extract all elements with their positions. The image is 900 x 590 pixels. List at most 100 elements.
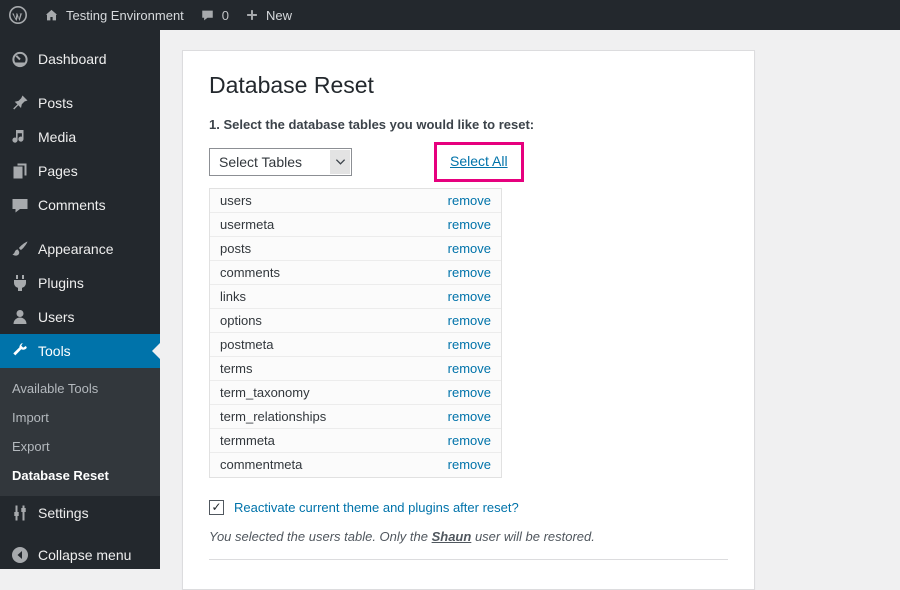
remove-link[interactable]: remove: [448, 289, 491, 304]
table-row: term_relationships remove: [210, 405, 501, 429]
table-name: commentmeta: [220, 457, 303, 473]
table-name: users: [220, 192, 252, 208]
remove-link[interactable]: remove: [448, 361, 491, 376]
sidebar-menu: Dashboard Posts Media Pages Comments App…: [0, 30, 160, 569]
sidebar-item-settings[interactable]: Settings: [0, 496, 160, 530]
table-row: postmeta remove: [210, 333, 501, 357]
sidebar-item-label: Collapse menu: [38, 547, 132, 563]
plus-icon: [247, 10, 257, 20]
sidebar-item-pages[interactable]: Pages: [0, 154, 160, 188]
chevron-down-icon: [330, 149, 350, 174]
note-suffix: user will be restored.: [471, 528, 595, 544]
new-label: New: [266, 7, 293, 23]
remove-link[interactable]: remove: [448, 457, 491, 472]
submenu-item-export[interactable]: Export: [0, 432, 160, 461]
table-row: posts remove: [210, 237, 501, 261]
table-name: term_taxonomy: [220, 384, 310, 400]
table-name: postmeta: [220, 336, 274, 352]
table-name: terms: [220, 360, 253, 376]
remove-link[interactable]: remove: [448, 217, 491, 232]
wordpress-menu-button[interactable]: [0, 0, 36, 30]
reactivate-checkbox[interactable]: ✓: [209, 499, 224, 515]
new-content-button[interactable]: New: [237, 0, 300, 30]
wordpress-logo-icon: [9, 6, 27, 24]
active-menu-arrow: [152, 343, 160, 359]
table-name: term_relationships: [220, 408, 327, 424]
pages-icon: [13, 163, 27, 179]
remove-link[interactable]: remove: [448, 433, 491, 448]
remove-link[interactable]: remove: [448, 409, 491, 424]
sidebar-item-comments[interactable]: Comments: [0, 188, 160, 222]
submenu-item-import[interactable]: Import: [0, 403, 160, 432]
remove-link[interactable]: remove: [448, 337, 491, 352]
pushpin-icon: [13, 95, 28, 110]
sidebar-item-label: Media: [38, 129, 77, 145]
reactivate-row: ✓ Reactivate current theme and plugins a…: [209, 499, 728, 515]
comment-bubble-icon: [202, 10, 213, 20]
remove-link[interactable]: remove: [448, 385, 491, 400]
remove-link[interactable]: remove: [448, 241, 491, 256]
app-body: Dashboard Posts Media Pages Comments App…: [0, 30, 900, 590]
sidebar-item-plugins[interactable]: Plugins: [0, 266, 160, 300]
table-row: terms remove: [210, 357, 501, 381]
select-tables-dropdown[interactable]: Select Tables: [209, 147, 352, 176]
main-content: Database Reset 1. Select the database ta…: [160, 30, 900, 590]
remove-link[interactable]: remove: [448, 193, 491, 208]
table-name: usermeta: [220, 216, 275, 232]
sidebar-item-dashboard[interactable]: Dashboard: [0, 42, 160, 76]
site-name-label: Testing Environment: [66, 7, 184, 23]
plug-icon: [14, 275, 26, 291]
table-row: links remove: [210, 285, 501, 309]
sidebar-item-label: Posts: [38, 95, 74, 111]
submenu-item-database-reset[interactable]: Database Reset: [0, 461, 160, 490]
paintbrush-icon: [12, 241, 28, 256]
sidebar-item-label: Dashboard: [38, 51, 107, 67]
sidebar-item-label: Plugins: [38, 275, 84, 291]
selection-note: You selected the users table. Only the S…: [209, 529, 728, 544]
dashboard-icon: [12, 51, 28, 68]
comments-bar-button[interactable]: 0: [192, 0, 237, 30]
sidebar-item-posts[interactable]: Posts: [0, 86, 160, 120]
table-row: termmeta remove: [210, 429, 501, 453]
note-username: Shaun: [431, 528, 472, 544]
tables-list: users remove usermeta remove posts remove comm…: [209, 187, 502, 478]
wrench-icon: [13, 343, 27, 356]
remove-link[interactable]: remove: [448, 265, 491, 280]
submenu-item-available-tools[interactable]: Available Tools: [0, 374, 160, 403]
table-row: options remove: [210, 309, 501, 333]
collapse-menu-button[interactable]: Collapse menu: [0, 538, 160, 572]
menu-separator: [0, 222, 160, 232]
remove-link[interactable]: remove: [448, 313, 491, 328]
media-icon: [12, 130, 24, 143]
settings-sliders-icon: [14, 505, 26, 521]
sidebar-item-users[interactable]: Users: [0, 300, 160, 334]
database-reset-card: Database Reset 1. Select the database ta…: [182, 50, 755, 590]
section-divider: [209, 558, 728, 560]
sidebar-item-appearance[interactable]: Appearance: [0, 232, 160, 266]
home-icon: [45, 9, 58, 20]
table-row: comments remove: [210, 261, 501, 285]
table-select-controls: Select Tables Select All: [209, 141, 728, 182]
menu-separator: [0, 76, 160, 86]
table-row: users remove: [210, 189, 501, 213]
select-all-link[interactable]: Select All: [450, 153, 508, 169]
comments-icon: [12, 199, 28, 213]
note-prefix: You selected the users table. Only the: [209, 528, 432, 544]
table-name: comments: [220, 264, 280, 280]
sidebar-item-media[interactable]: Media: [0, 120, 160, 154]
step1-label: 1. Select the database tables you would …: [209, 116, 535, 132]
select-tables-value: Select Tables: [219, 153, 303, 170]
sidebar-item-tools[interactable]: Tools: [0, 334, 160, 368]
collapse-arrow-icon: [12, 547, 28, 563]
sidebar-item-label: Users: [38, 309, 75, 325]
sidebar-item-label: Settings: [38, 505, 89, 521]
menu-separator: [0, 530, 160, 538]
sidebar-item-label: Comments: [38, 197, 106, 213]
admin-bar: Testing Environment 0 New: [0, 0, 900, 30]
table-name: posts: [220, 240, 252, 256]
table-name: links: [220, 288, 247, 304]
reactivate-label: Reactivate current theme and plugins aft…: [234, 499, 519, 515]
sidebar-item-label: Appearance: [38, 241, 114, 257]
site-name-button[interactable]: Testing Environment: [36, 0, 192, 30]
table-name: termmeta: [220, 432, 275, 448]
